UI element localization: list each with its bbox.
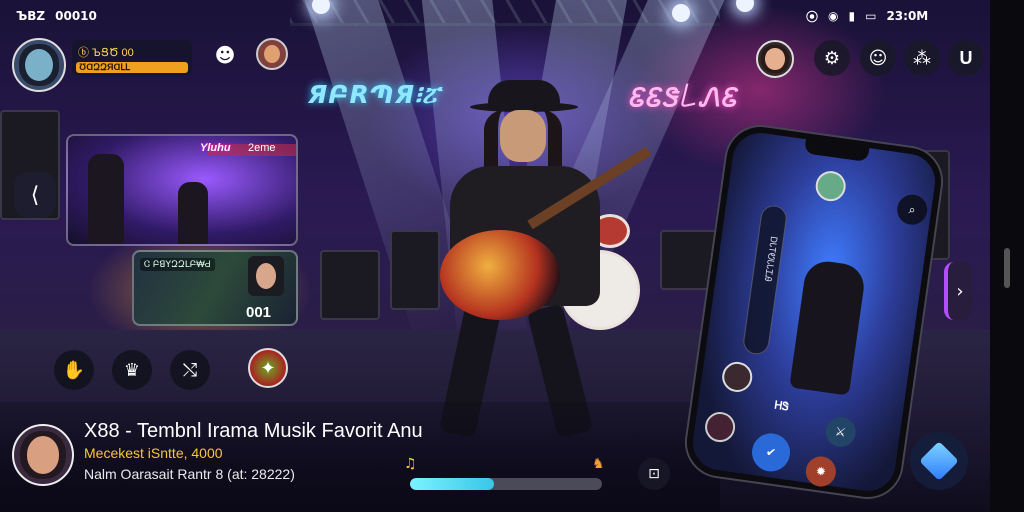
wifi-icon: ◉ bbox=[828, 9, 839, 23]
cube-icon bbox=[919, 441, 959, 481]
alarm-icon: ⦿ bbox=[806, 9, 819, 24]
signal-icon: ▮ bbox=[848, 9, 856, 23]
phone-check-button[interactable]: ✔ bbox=[749, 430, 793, 474]
guitarist-performer bbox=[400, 80, 660, 440]
fire-icon: ✹ bbox=[814, 463, 827, 480]
clip-tag-right-text: 2eme bbox=[248, 142, 276, 154]
profile-card[interactable]: ⓑ ЪՑԾ 00 ƱⱭԶԶЯⱭԼԼ bbox=[72, 40, 192, 76]
stream-host-thumbnail bbox=[248, 256, 284, 296]
share-button[interactable]: ⤭ bbox=[170, 350, 210, 390]
status-clock: ЪВZ bbox=[16, 9, 46, 23]
profile-name: ⓑ ЪՑԾ 00 bbox=[78, 47, 134, 59]
user-icon: ☺ bbox=[868, 47, 888, 69]
song-title: X88 - Tembnl Irama Musik Favorit Anu bbox=[84, 420, 423, 442]
chevron-right-icon: › bbox=[956, 280, 964, 302]
clip-tag-left: Yluhu bbox=[200, 142, 231, 154]
phone-sword-button[interactable]: ⚔ bbox=[823, 414, 858, 449]
profile-u-button[interactable]: U bbox=[948, 40, 984, 76]
settings-button[interactable]: ⚙ bbox=[814, 40, 850, 76]
right-drawer-tab[interactable]: › bbox=[944, 262, 972, 320]
song-meta: Nalm Oarasait Rantr 8 (at: 28222) bbox=[84, 466, 295, 482]
ghost-icon[interactable]: ☻ bbox=[210, 40, 240, 70]
stream-label: Ꮳ ԲꓭꓬԶԶԼԲ₩Ԁ bbox=[140, 258, 215, 271]
sparkle-icon: ✦ bbox=[260, 357, 276, 379]
reaction-button[interactable]: ✦ bbox=[248, 348, 288, 388]
check-icon: ✔ bbox=[765, 444, 778, 461]
like-button[interactable]: ✋ bbox=[54, 350, 94, 390]
phone-side-panel[interactable]: ᎠᏓᎢᏬᏓᏓᏆᎯ bbox=[741, 203, 789, 356]
artist-avatar[interactable] bbox=[12, 424, 74, 486]
live-stream-card[interactable]: Ꮳ ԲꓭꓬԶԶԼԲ₩Ԁ 001 bbox=[132, 250, 298, 326]
back-chevron-icon: ⟨ bbox=[30, 182, 40, 208]
lock-button[interactable]: ⊡ bbox=[638, 458, 670, 490]
playback-progress[interactable] bbox=[410, 478, 602, 490]
back-button[interactable]: ⟨ bbox=[14, 172, 56, 218]
status-bar-right: ⦿ ◉ ▮ ▭ 23:0M bbox=[806, 6, 928, 26]
user-avatar[interactable] bbox=[12, 38, 66, 92]
thumb-icon: ✋ bbox=[62, 359, 86, 381]
gift-button[interactable]: ♛ bbox=[112, 350, 152, 390]
phone-search-button[interactable]: ⌕ bbox=[895, 192, 930, 227]
phone-avatar-left[interactable] bbox=[720, 360, 755, 394]
phone-badge-label: ᎻᏕ bbox=[773, 399, 790, 414]
phone-avatar-top[interactable] bbox=[813, 169, 848, 204]
status-time-right: 23:0M bbox=[886, 9, 929, 23]
sword-icon: ⚔ bbox=[834, 424, 847, 440]
cube-action-button[interactable] bbox=[910, 432, 968, 490]
lock-icon: ⊡ bbox=[648, 466, 660, 482]
song-subtitle: Mecekest iSntte, 4000 bbox=[84, 445, 223, 461]
video-clip-preview[interactable]: Yluhu 2eme bbox=[66, 134, 298, 246]
phone-side-text: ᎠᏓᎢᏬᏓᏓᏆᎯ bbox=[762, 236, 780, 283]
phone-fire-button[interactable]: ✹ bbox=[803, 454, 838, 489]
xp-bar: ƱⱭԶԶЯⱭԼԼ bbox=[76, 62, 188, 73]
amplifier bbox=[320, 250, 380, 320]
network-icon: ⁂ bbox=[913, 47, 931, 69]
battery-icon: ▭ bbox=[865, 9, 877, 23]
user-button[interactable]: ☺ bbox=[860, 40, 896, 76]
stage-light bbox=[672, 4, 690, 22]
edge-handle[interactable] bbox=[1004, 248, 1010, 288]
clip-performer-figure bbox=[88, 154, 124, 244]
music-note-icon: ♫ bbox=[404, 456, 417, 472]
status-counter: 00010 bbox=[55, 9, 97, 23]
phone-avatar-bottom[interactable] bbox=[703, 410, 738, 444]
gift-icon: ♛ bbox=[123, 359, 141, 381]
stage-light bbox=[736, 0, 754, 12]
phone-performer-figure bbox=[789, 258, 867, 396]
stream-count: 001 bbox=[246, 304, 272, 321]
status-bar-left: ЪВZ 00010 bbox=[16, 6, 97, 26]
share-icon: ⤭ bbox=[182, 359, 198, 381]
network-button[interactable]: ⁂ bbox=[904, 40, 940, 76]
viewer-avatar[interactable] bbox=[756, 40, 794, 78]
friend-avatar[interactable] bbox=[256, 38, 288, 70]
fox-icon: ♞ bbox=[592, 456, 605, 472]
search-icon: ⌕ bbox=[907, 201, 917, 217]
u-icon: U bbox=[959, 47, 973, 68]
gear-icon: ⚙ bbox=[823, 47, 841, 69]
clip-performer-figure bbox=[178, 182, 208, 244]
playback-progress-fill bbox=[410, 478, 495, 490]
